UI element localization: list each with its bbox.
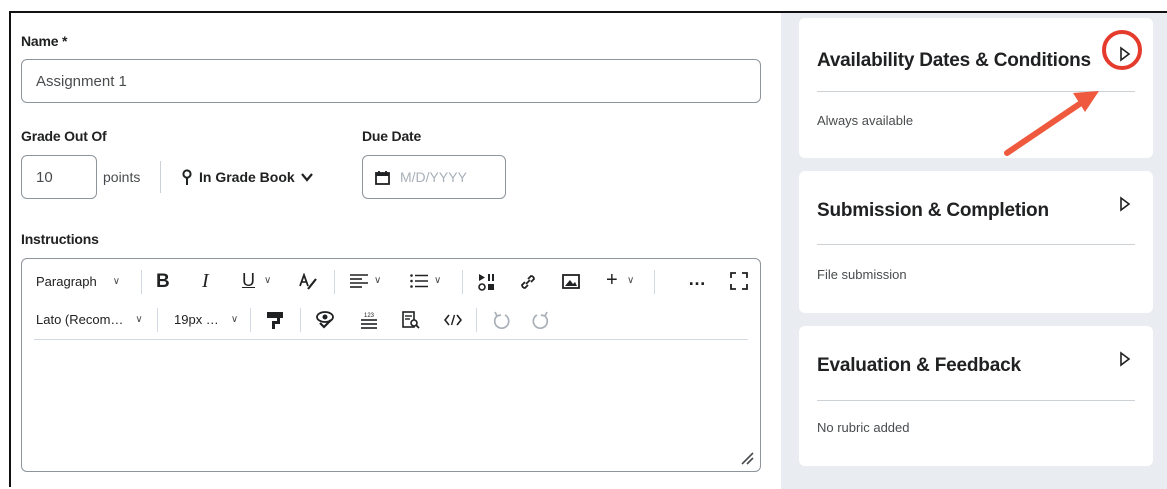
accessibility-check-icon[interactable] xyxy=(316,311,334,329)
points-label: points xyxy=(103,169,141,185)
align-icon[interactable] xyxy=(350,274,368,288)
font-size-dropdown[interactable]: 19px … ∨ xyxy=(174,312,238,327)
paragraph-dropdown[interactable]: Paragraph ∨ xyxy=(36,274,120,289)
font-size-label: 19px … xyxy=(174,312,219,327)
instructions-editor[interactable]: Paragraph ∨ B I U ∨ ∨ ∨ + ∨ … Lato (Reco… xyxy=(21,258,761,472)
fullscreen-icon[interactable] xyxy=(730,272,748,290)
editor-toolbar-row-2: Lato (Recom… ∨ 19px … ∨ 123 xyxy=(22,303,762,337)
toolbar-divider xyxy=(476,308,477,332)
highlight-circle xyxy=(1102,30,1142,70)
chevron-down-icon: ∨ xyxy=(627,275,635,286)
toolbar-divider xyxy=(300,308,301,332)
underline-button[interactable]: U xyxy=(242,270,255,291)
settings-sidebar: Availability Dates & Conditions Always a… xyxy=(781,13,1167,489)
toolbar-divider xyxy=(141,270,142,294)
italic-button[interactable]: I xyxy=(202,270,209,293)
calendar-icon xyxy=(375,170,390,185)
toolbar-divider xyxy=(157,308,158,332)
svg-text:123: 123 xyxy=(364,313,375,319)
instructions-label: Instructions xyxy=(21,231,99,247)
redo-icon[interactable] xyxy=(532,311,550,329)
grade-input[interactable]: 10 xyxy=(21,155,97,199)
plus-icon[interactable]: + xyxy=(606,269,618,292)
resize-handle-icon[interactable] xyxy=(740,451,754,465)
in-grade-book-label: In Grade Book xyxy=(199,169,295,185)
bold-button[interactable]: B xyxy=(156,271,170,293)
name-input[interactable]: Assignment 1 xyxy=(21,59,761,103)
due-date-label: Due Date xyxy=(362,128,422,144)
toolbar-content-divider xyxy=(34,339,748,340)
toolbar-divider xyxy=(334,270,335,294)
undo-icon[interactable] xyxy=(492,311,510,329)
toolbar-divider xyxy=(250,308,251,332)
font-family-dropdown[interactable]: Lato (Recom… ∨ xyxy=(36,312,143,327)
image-icon[interactable] xyxy=(562,274,580,289)
map-pin-icon xyxy=(182,169,192,185)
editor-toolbar-row-1: Paragraph ∨ B I U ∨ ∨ ∨ + ∨ … xyxy=(22,265,762,299)
chevron-down-icon: ∨ xyxy=(434,275,442,286)
list-icon[interactable] xyxy=(410,274,428,288)
font-family-label: Lato (Recom… xyxy=(36,312,124,327)
chevron-down-icon: ∨ xyxy=(230,314,239,325)
link-icon[interactable] xyxy=(519,273,537,291)
source-code-icon[interactable] xyxy=(444,314,462,326)
in-grade-book-dropdown[interactable]: In Grade Book xyxy=(181,169,313,185)
editor-content-area[interactable] xyxy=(34,343,748,451)
more-options-button[interactable]: … xyxy=(688,269,706,290)
format-painter-icon[interactable] xyxy=(266,311,284,329)
grade-divider xyxy=(160,161,161,193)
preview-icon[interactable] xyxy=(402,311,420,329)
chevron-down-icon xyxy=(300,173,313,182)
paragraph-label: Paragraph xyxy=(36,274,97,289)
grade-out-of-label: Grade Out Of xyxy=(21,128,107,144)
name-label: Name * xyxy=(21,33,68,49)
chevron-down-icon: ∨ xyxy=(374,275,382,286)
annotation-overlay xyxy=(1004,30,1142,156)
word-count-icon[interactable]: 123 xyxy=(360,311,378,329)
chevron-down-icon: ∨ xyxy=(112,276,121,287)
annotation-arrow-shaft xyxy=(1004,100,1084,156)
insert-stuff-icon[interactable] xyxy=(478,273,496,291)
due-date-placeholder: M/D/YYYY xyxy=(400,169,467,185)
due-date-input[interactable]: M/D/YYYY xyxy=(362,155,506,199)
assignment-form: Name * Assignment 1 Grade Out Of 10 poin… xyxy=(11,13,781,489)
toolbar-divider xyxy=(654,270,655,294)
toolbar-divider xyxy=(462,270,463,294)
assignment-editor-window: Name * Assignment 1 Grade Out Of 10 poin… xyxy=(9,11,1167,489)
font-color-icon[interactable] xyxy=(298,273,318,291)
chevron-down-icon: ∨ xyxy=(264,275,272,286)
chevron-down-icon: ∨ xyxy=(135,314,143,325)
